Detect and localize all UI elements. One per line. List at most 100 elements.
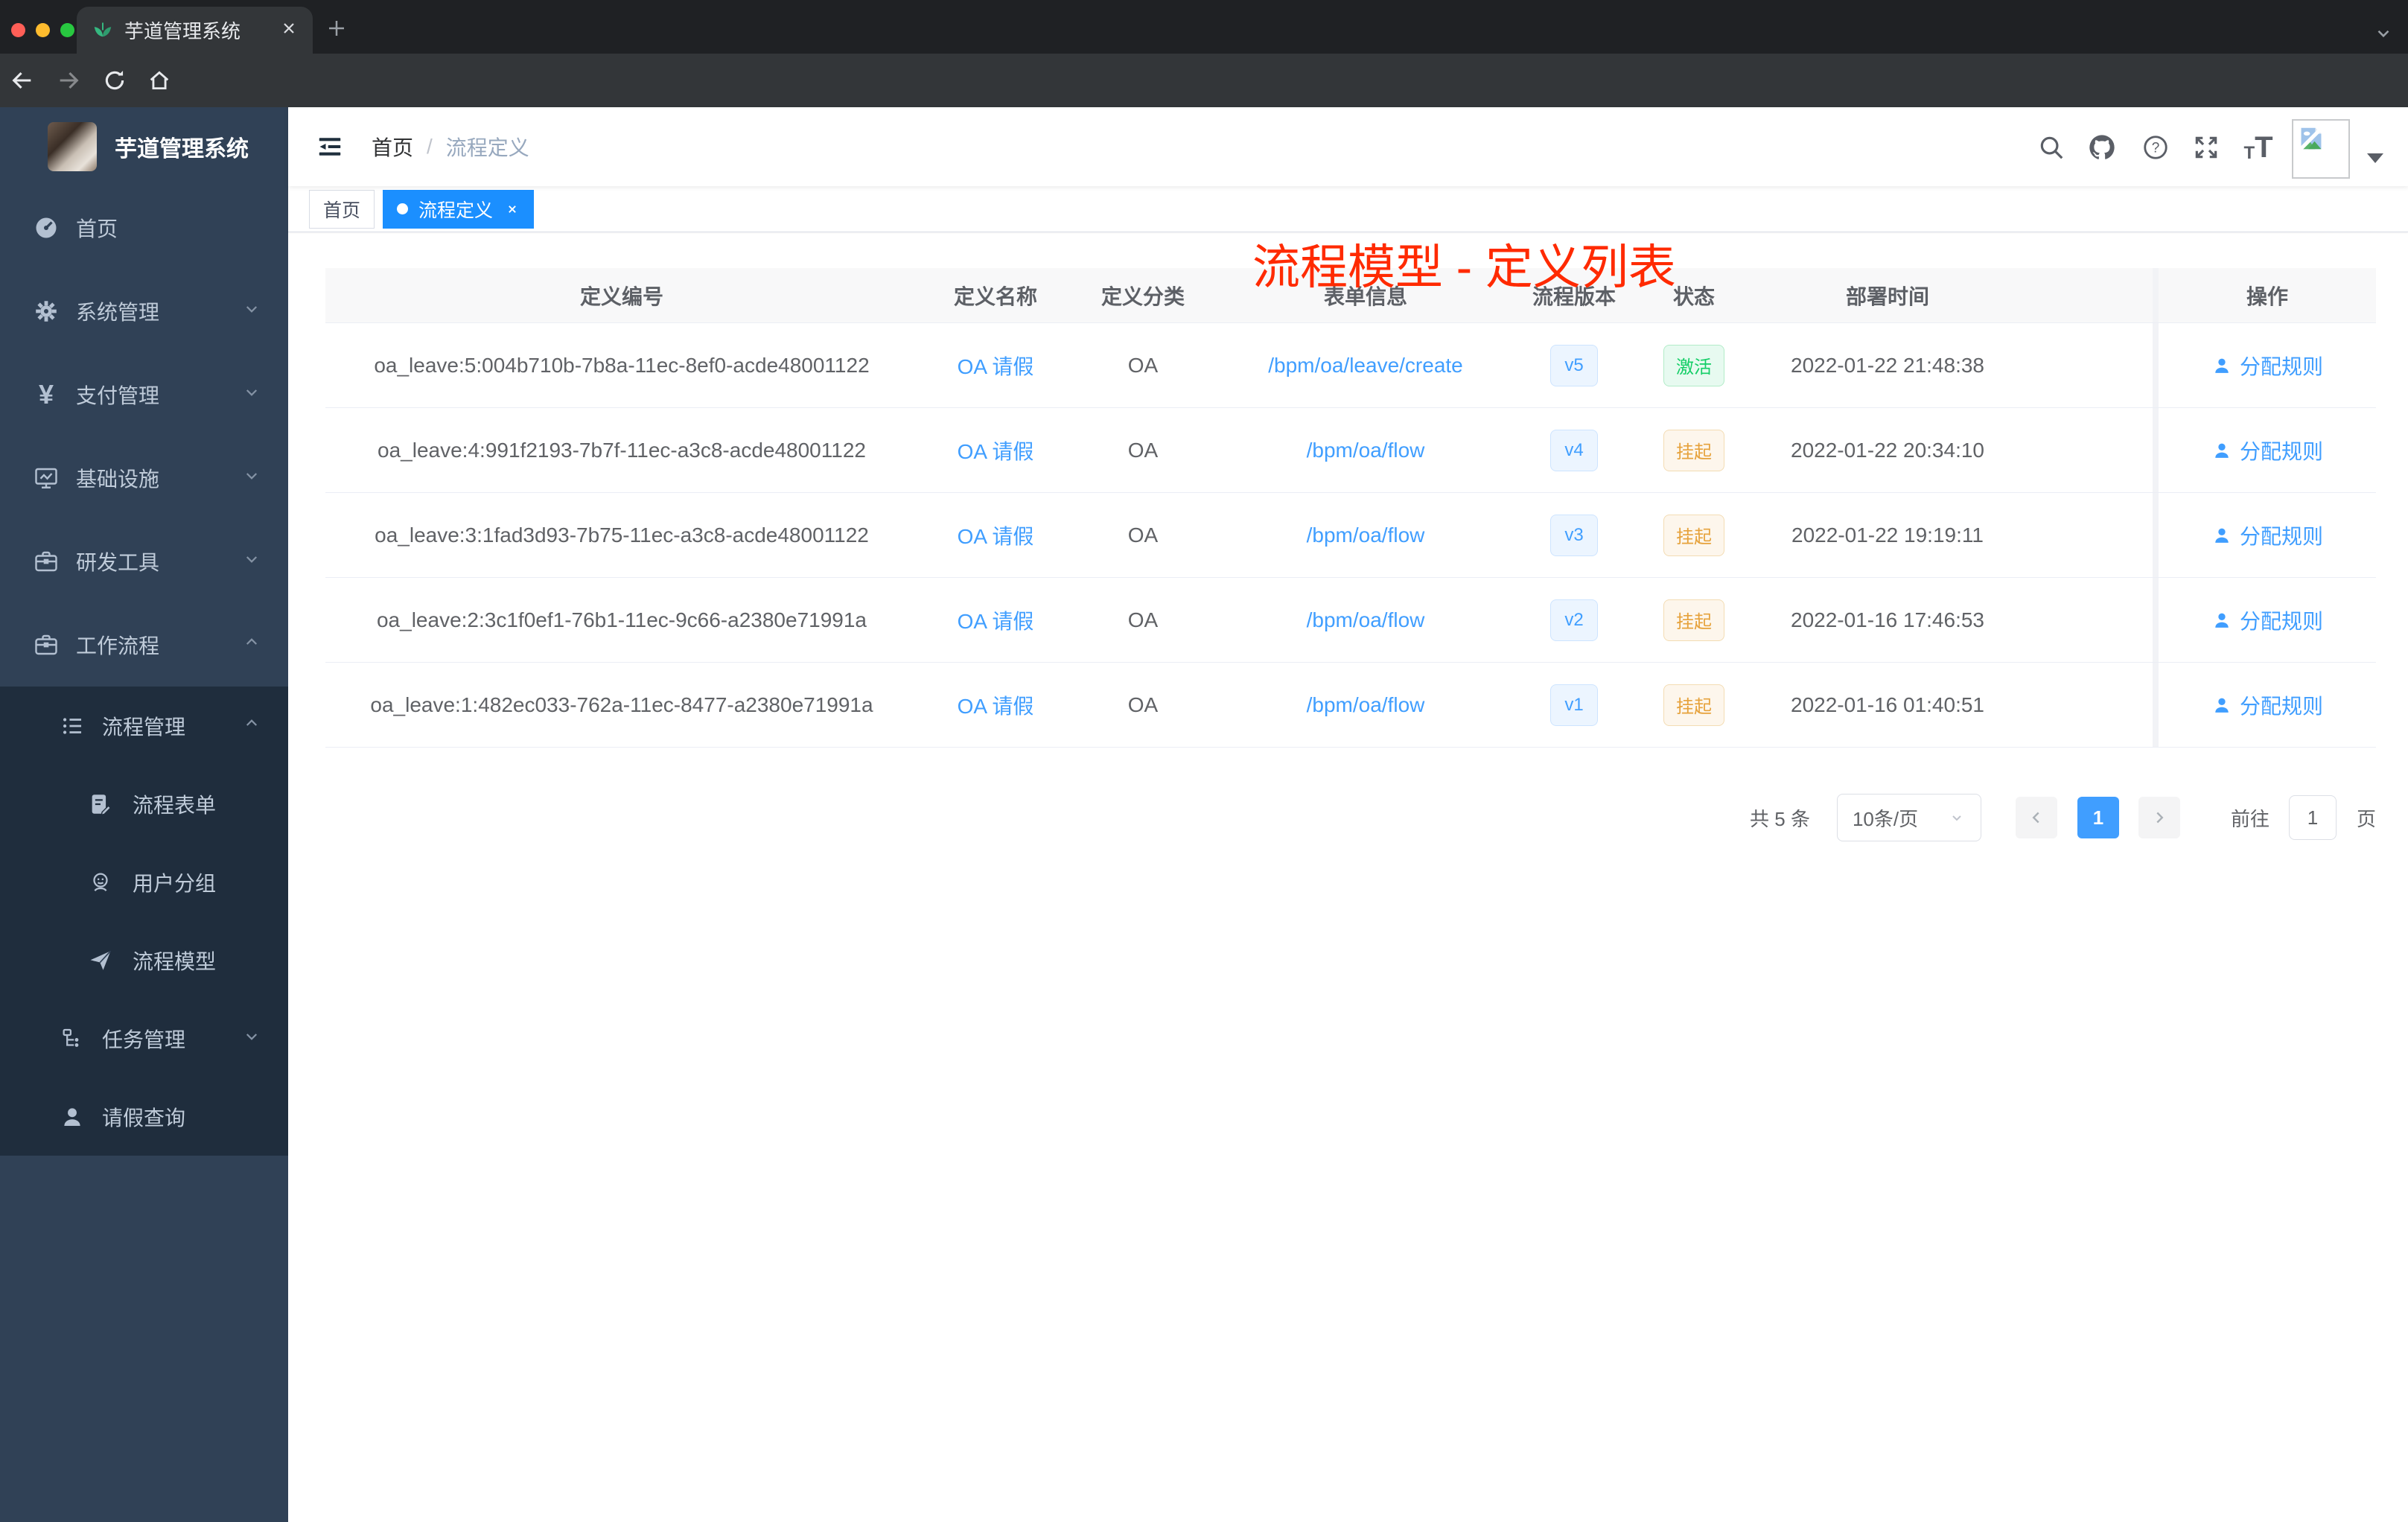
- chevron-down-icon: [1952, 815, 1961, 821]
- deploy-time: 2022-01-16 01:40:51: [1791, 692, 1984, 716]
- sidebar-item-leave-query[interactable]: 请假查询: [0, 1077, 288, 1156]
- page-size-select[interactable]: 10条/页: [1836, 794, 1981, 841]
- form-icon: [84, 792, 117, 817]
- gear-icon: [30, 298, 63, 325]
- definition-id: oa_leave:3:1fad3d93-7b75-11ec-a3c8-acde4…: [375, 523, 869, 547]
- help-icon[interactable]: ?: [2139, 133, 2172, 162]
- search-icon[interactable]: [2035, 133, 2068, 162]
- table-row: oa_leave:2:3c1f0ef1-76b1-11ec-9c66-a2380…: [325, 578, 2376, 663]
- definition-name-link[interactable]: OA 请假: [958, 520, 1034, 550]
- deploy-time: 2022-01-22 20:34:10: [1791, 438, 1984, 462]
- sidebar-item-infrastructure[interactable]: 基础设施: [0, 436, 288, 520]
- fullscreen-icon[interactable]: [2190, 133, 2223, 162]
- browser-toolbar: 不安全 dashboard.yudao.iocoder.cn/bpm/manag…: [0, 54, 2408, 158]
- back-button[interactable]: [7, 66, 37, 95]
- broken-image-icon: [2297, 124, 2325, 153]
- form-link[interactable]: /bpm/oa/flow: [1307, 693, 1425, 717]
- paper-plane-icon: [84, 948, 117, 973]
- reload-button[interactable]: [100, 66, 130, 95]
- definition-id: oa_leave:2:3c1f0ef1-76b1-11ec-9c66-a2380…: [376, 608, 867, 631]
- sidebar-item-workflow[interactable]: 工作流程: [0, 603, 288, 687]
- assign-rule-link[interactable]: 分配规则: [2211, 351, 2323, 380]
- user-icon: [2215, 358, 2229, 373]
- briefcase-icon: [30, 631, 63, 658]
- definition-id: oa_leave:4:991f2193-7b7f-11ec-a3c8-acde4…: [378, 438, 866, 462]
- version-badge: v2: [1550, 599, 1598, 641]
- sidebar-item-dev-tools[interactable]: 研发工具: [0, 520, 288, 603]
- forward-button[interactable]: [54, 66, 83, 95]
- user-icon: [2215, 528, 2229, 543]
- user-avatar[interactable]: [2292, 119, 2350, 179]
- tab-close-icon[interactable]: [280, 19, 298, 41]
- table-row: oa_leave:5:004b710b-7b8a-11ec-8ef0-acde4…: [325, 323, 2376, 408]
- sidebar-item-label: 流程表单: [133, 793, 217, 817]
- table-row: oa_leave:3:1fad3d93-7b75-11ec-a3c8-acde4…: [325, 493, 2376, 578]
- chevron-down-icon: [241, 548, 263, 576]
- assign-rule-link[interactable]: 分配规则: [2211, 605, 2323, 635]
- goto-label: 前往: [2230, 807, 2270, 830]
- favicon-sprout-icon: [92, 17, 114, 43]
- sidebar-item-label: 流程管理: [102, 715, 186, 739]
- sidebar: 芋道管理系统 首页 系统管理 ¥ 支付管理 基础设施 研发工具 工作流程 流程管…: [0, 107, 288, 1522]
- sidebar-item-process-management[interactable]: 流程管理: [0, 687, 288, 765]
- sidebar-item-payment[interactable]: ¥ 支付管理: [0, 353, 288, 436]
- definition-name-link[interactable]: OA 请假: [958, 436, 1034, 465]
- column-header: 定义编号: [579, 284, 663, 308]
- sidebar-item-home[interactable]: 首页: [0, 186, 288, 270]
- definition-category: OA: [1127, 438, 1159, 462]
- home-button[interactable]: [144, 66, 174, 95]
- yen-icon: ¥: [38, 379, 54, 410]
- definition-category: OA: [1127, 608, 1159, 631]
- form-link[interactable]: /bpm/oa/flow: [1307, 608, 1425, 632]
- version-badge: v4: [1550, 429, 1598, 471]
- chevron-down-icon: [241, 298, 263, 325]
- definition-name-link[interactable]: OA 请假: [958, 351, 1034, 380]
- definition-table: 定义编号 定义名称 定义分类 表单信息 流程版本 状态 部署时间 操作 oa_l…: [325, 268, 2376, 748]
- definition-name-link[interactable]: OA 请假: [958, 605, 1034, 635]
- sidebar-item-process-model[interactable]: 流程模型: [0, 921, 288, 999]
- form-link[interactable]: /bpm/oa/flow: [1307, 439, 1425, 462]
- assign-rule-link[interactable]: 分配规则: [2211, 690, 2323, 720]
- form-link[interactable]: /bpm/oa/leave/create: [1268, 354, 1463, 378]
- breadcrumb-home[interactable]: 首页: [372, 132, 413, 162]
- status-badge: 挂起: [1663, 599, 1724, 641]
- annotation-title: 流程模型 - 定义列表: [1252, 241, 1676, 294]
- sidebar-item-user-group[interactable]: 用户分组: [0, 843, 288, 921]
- prev-page-button[interactable]: [2015, 797, 2057, 838]
- form-link[interactable]: /bpm/oa/flow: [1307, 523, 1425, 547]
- definition-id: oa_leave:5:004b710b-7b8a-11ec-8ef0-acde4…: [374, 353, 870, 377]
- macos-traffic-lights[interactable]: [11, 23, 74, 37]
- new-tab-button[interactable]: [322, 13, 351, 43]
- browser-tab[interactable]: 芋道管理系统: [77, 7, 313, 54]
- column-header-actions: 操作: [2153, 268, 2376, 322]
- next-page-button[interactable]: [2138, 797, 2180, 838]
- font-size-icon[interactable]: TT: [2242, 133, 2275, 162]
- definition-name-link[interactable]: OA 请假: [958, 690, 1034, 720]
- tag-home[interactable]: 首页: [309, 189, 375, 229]
- user-icon: [2215, 443, 2229, 458]
- chevron-down-icon: [241, 381, 263, 409]
- github-icon[interactable]: [2086, 133, 2118, 162]
- goto-page-input[interactable]: [2288, 795, 2337, 840]
- page-number-active[interactable]: 1: [2077, 797, 2119, 838]
- zoom-window-button[interactable]: [60, 23, 74, 37]
- sidebar-item-system[interactable]: 系统管理: [0, 270, 288, 353]
- browser-window: 芋道管理系统 不安全 da: [0, 0, 2408, 1522]
- app-navbar: 首页 / 流程定义 流程模型 - 定义列表 ? TT: [288, 107, 2408, 294]
- sidebar-item-label: 支付管理: [76, 384, 160, 407]
- close-window-button[interactable]: [11, 23, 25, 37]
- sidebar-toggle-icon[interactable]: [315, 132, 345, 162]
- minimize-window-button[interactable]: [36, 23, 50, 37]
- list-icon: [56, 713, 89, 739]
- avatar-caret-icon[interactable]: [2367, 153, 2383, 163]
- sidebar-logo: 芋道管理系统: [0, 107, 288, 186]
- tag-process-definition[interactable]: 流程定义: [383, 189, 535, 229]
- sidebar-item-task-management[interactable]: 任务管理: [0, 999, 288, 1077]
- sidebar-item-label: 系统管理: [76, 301, 160, 324]
- sidebar-item-process-form[interactable]: 流程表单: [0, 765, 288, 843]
- tag-close-icon[interactable]: [505, 202, 520, 217]
- tab-search-caret-icon[interactable]: [2374, 24, 2393, 47]
- assign-rule-link[interactable]: 分配规则: [2211, 520, 2323, 550]
- assign-rule-link[interactable]: 分配规则: [2211, 436, 2323, 465]
- sidebar-item-label: 工作流程: [76, 634, 160, 657]
